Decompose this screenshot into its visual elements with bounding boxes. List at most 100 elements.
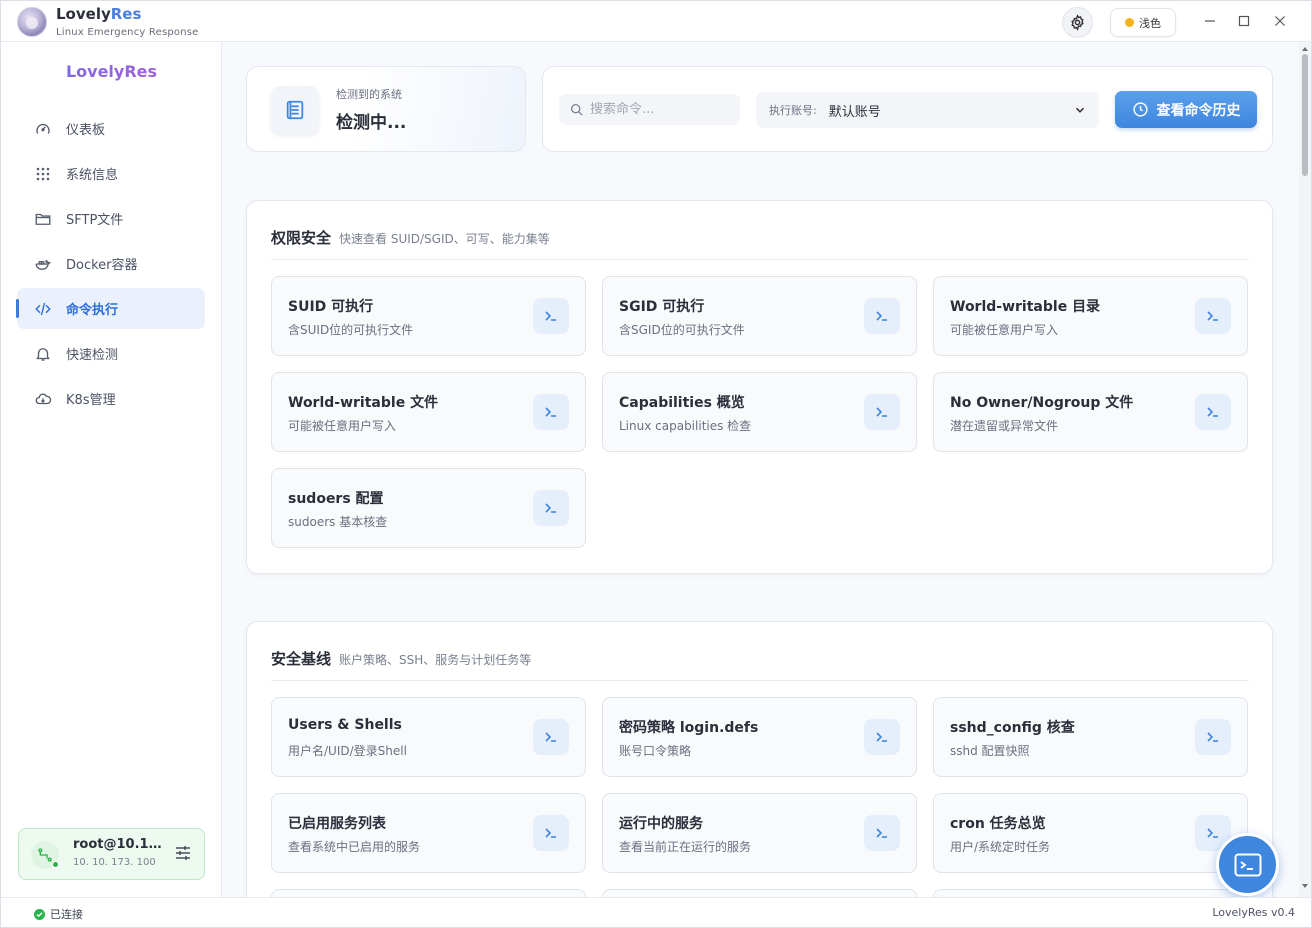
command-card[interactable] (602, 889, 917, 897)
sidebar-item-dashboard[interactable]: 仪表板 (17, 108, 205, 149)
command-card[interactable]: No Owner/Nogroup 文件 潜在遗留或异常文件 (933, 372, 1248, 452)
terminal-fab-button[interactable] (1216, 833, 1279, 896)
command-desc: Linux capabilities 检查 (619, 419, 752, 433)
search-input[interactable] (590, 102, 730, 117)
command-desc: 含SUID位的可执行文件 (288, 323, 414, 337)
connection-settings-button[interactable] (175, 845, 193, 863)
status-bar: 已连接 LovelyRes v0.4 (1, 897, 1311, 927)
section-title: 权限安全 (271, 229, 332, 247)
settings-button[interactable] (1062, 7, 1093, 38)
scroll-up-arrow-icon[interactable] (1301, 45, 1309, 53)
command-card[interactable]: sudoers 配置 sudoers 基本核查 (271, 468, 586, 548)
command-card[interactable]: Capabilities 概览 Linux capabilities 检查 (602, 372, 917, 452)
command-desc: 账号口令策略 (619, 744, 692, 758)
command-card[interactable]: 运行中的服务 查看当前正在运行的服务 (602, 793, 917, 873)
command-card[interactable] (271, 889, 586, 897)
run-command-button[interactable] (864, 719, 900, 755)
cloud-icon (34, 390, 52, 408)
section-title: 安全基线 (271, 650, 332, 668)
main-content: 检测到的系统 检测中... 执行账号: 默认账号 查看命令历史 权限安全 快速查… (222, 42, 1299, 897)
command-desc: sshd 配置快照 (950, 744, 1030, 758)
sidebar-item-sftp[interactable]: SFTP文件 (17, 198, 205, 239)
run-command-button[interactable] (1195, 298, 1231, 334)
run-command-button[interactable] (864, 394, 900, 430)
section-permission-security: 权限安全 快速查看 SUID/SGID、可写、能力集等 SUID 可执行 含SU… (246, 200, 1273, 574)
connection-card[interactable]: root@10.10.… 10. 10. 173. 100 (18, 828, 205, 880)
app-name-part2: Res (110, 5, 142, 23)
run-command-button[interactable] (864, 815, 900, 851)
theme-label: 浅色 (1139, 16, 1161, 30)
terminal-icon (545, 503, 556, 513)
run-command-button[interactable] (533, 394, 569, 430)
system-label: 检测到的系统 (336, 88, 402, 101)
search-box[interactable] (559, 94, 740, 125)
command-card[interactable]: SGID 可执行 含SGID位的可执行文件 (602, 276, 917, 356)
online-indicator (52, 861, 59, 868)
command-desc: 查看系统中已启用的服务 (288, 840, 421, 854)
system-detect-card: 检测到的系统 检测中... (246, 66, 526, 152)
sidebar-item-k8s[interactable]: K8s管理 (17, 378, 205, 419)
command-desc: 可能被任意用户写入 (950, 323, 1059, 337)
terminal-icon (876, 828, 887, 838)
command-title: cron 任务总览 (950, 816, 1046, 832)
command-card[interactable]: 密码策略 login.defs 账号口令策略 (602, 697, 917, 777)
command-card[interactable]: cron 任务总览 用户/系统定时任务 (933, 793, 1248, 873)
minimize-button[interactable] (1200, 11, 1220, 31)
connection-ip: 10. 10. 173. 100 (73, 857, 156, 868)
sidebar-item-quick-scan[interactable]: 快速检测 (17, 333, 205, 374)
sidebar-item-command-exec[interactable]: 命令执行 (16, 288, 205, 329)
chevron-down-icon (1075, 107, 1085, 113)
maximize-button[interactable] (1234, 11, 1254, 31)
command-history-button[interactable]: 查看命令历史 (1115, 91, 1257, 128)
command-title: SGID 可执行 (619, 299, 705, 315)
sliders-icon (176, 846, 190, 860)
sidebar-item-label: 系统信息 (66, 168, 119, 183)
terminal-icon (545, 311, 556, 321)
sidebar-item-label: 命令执行 (66, 303, 119, 318)
command-desc: 查看当前正在运行的服务 (619, 840, 752, 854)
command-card[interactable] (933, 889, 1248, 897)
command-title: sudoers 配置 (288, 491, 384, 507)
command-card[interactable]: World-writable 文件 可能被任意用户写入 (271, 372, 586, 452)
clock-icon (1132, 102, 1148, 117)
command-desc: 用户名/UID/登录Shell (288, 744, 407, 758)
terminal-icon (545, 407, 556, 417)
app-name-part1: Lovely (56, 5, 111, 23)
scroll-thumb[interactable] (1302, 54, 1308, 176)
command-card[interactable]: SUID 可执行 含SUID位的可执行文件 (271, 276, 586, 356)
command-card[interactable]: 已启用服务列表 查看系统中已启用的服务 (271, 793, 586, 873)
sidebar-item-label: 仪表板 (66, 123, 106, 138)
close-button[interactable] (1270, 11, 1290, 31)
command-desc: 含SGID位的可执行文件 (619, 323, 745, 337)
command-desc: 潜在遗留或异常文件 (950, 419, 1059, 433)
scroll-down-arrow-icon[interactable] (1301, 882, 1309, 890)
run-command-button[interactable] (1195, 394, 1231, 430)
connection-status: 已连接 (34, 906, 83, 922)
sidebar-item-docker[interactable]: Docker容器 (17, 243, 205, 284)
run-command-button[interactable] (533, 719, 569, 755)
sidebar-item-system-info[interactable]: 系统信息 (17, 153, 205, 194)
main-scrollbar[interactable] (1299, 42, 1311, 897)
sidebar-item-label: SFTP文件 (66, 213, 124, 228)
command-card[interactable]: World-writable 目录 可能被任意用户写入 (933, 276, 1248, 356)
terminal-icon (876, 732, 887, 742)
app-window: LovelyRes Linux Emergency Response 浅色 Lo… (0, 0, 1312, 928)
title-bar: LovelyRes Linux Emergency Response 浅色 (1, 1, 1311, 42)
run-command-button[interactable] (533, 815, 569, 851)
run-command-button[interactable] (1195, 719, 1231, 755)
run-command-button[interactable] (533, 490, 569, 526)
account-select[interactable]: 执行账号: 默认账号 (756, 92, 1099, 128)
docker-icon (34, 255, 52, 273)
command-title: World-writable 目录 (950, 299, 1101, 315)
sidebar: LovelyRes 仪表板 系统信息 SFTP文件 Docker容器 命令执行 … (1, 42, 222, 897)
command-card[interactable]: Users & Shells 用户名/UID/登录Shell (271, 697, 586, 777)
terminal-icon (1207, 311, 1218, 321)
command-card[interactable]: sshd_config 核查 sshd 配置快照 (933, 697, 1248, 777)
theme-toggle-button[interactable]: 浅色 (1110, 8, 1176, 37)
section-header: 权限安全 快速查看 SUID/SGID、可写、能力集等 (271, 227, 1249, 260)
terminal-icon (1207, 732, 1218, 742)
run-command-button[interactable] (533, 298, 569, 334)
app-name: LovelyRes (56, 5, 141, 23)
system-value: 检测中... (336, 113, 407, 133)
run-command-button[interactable] (864, 298, 900, 334)
